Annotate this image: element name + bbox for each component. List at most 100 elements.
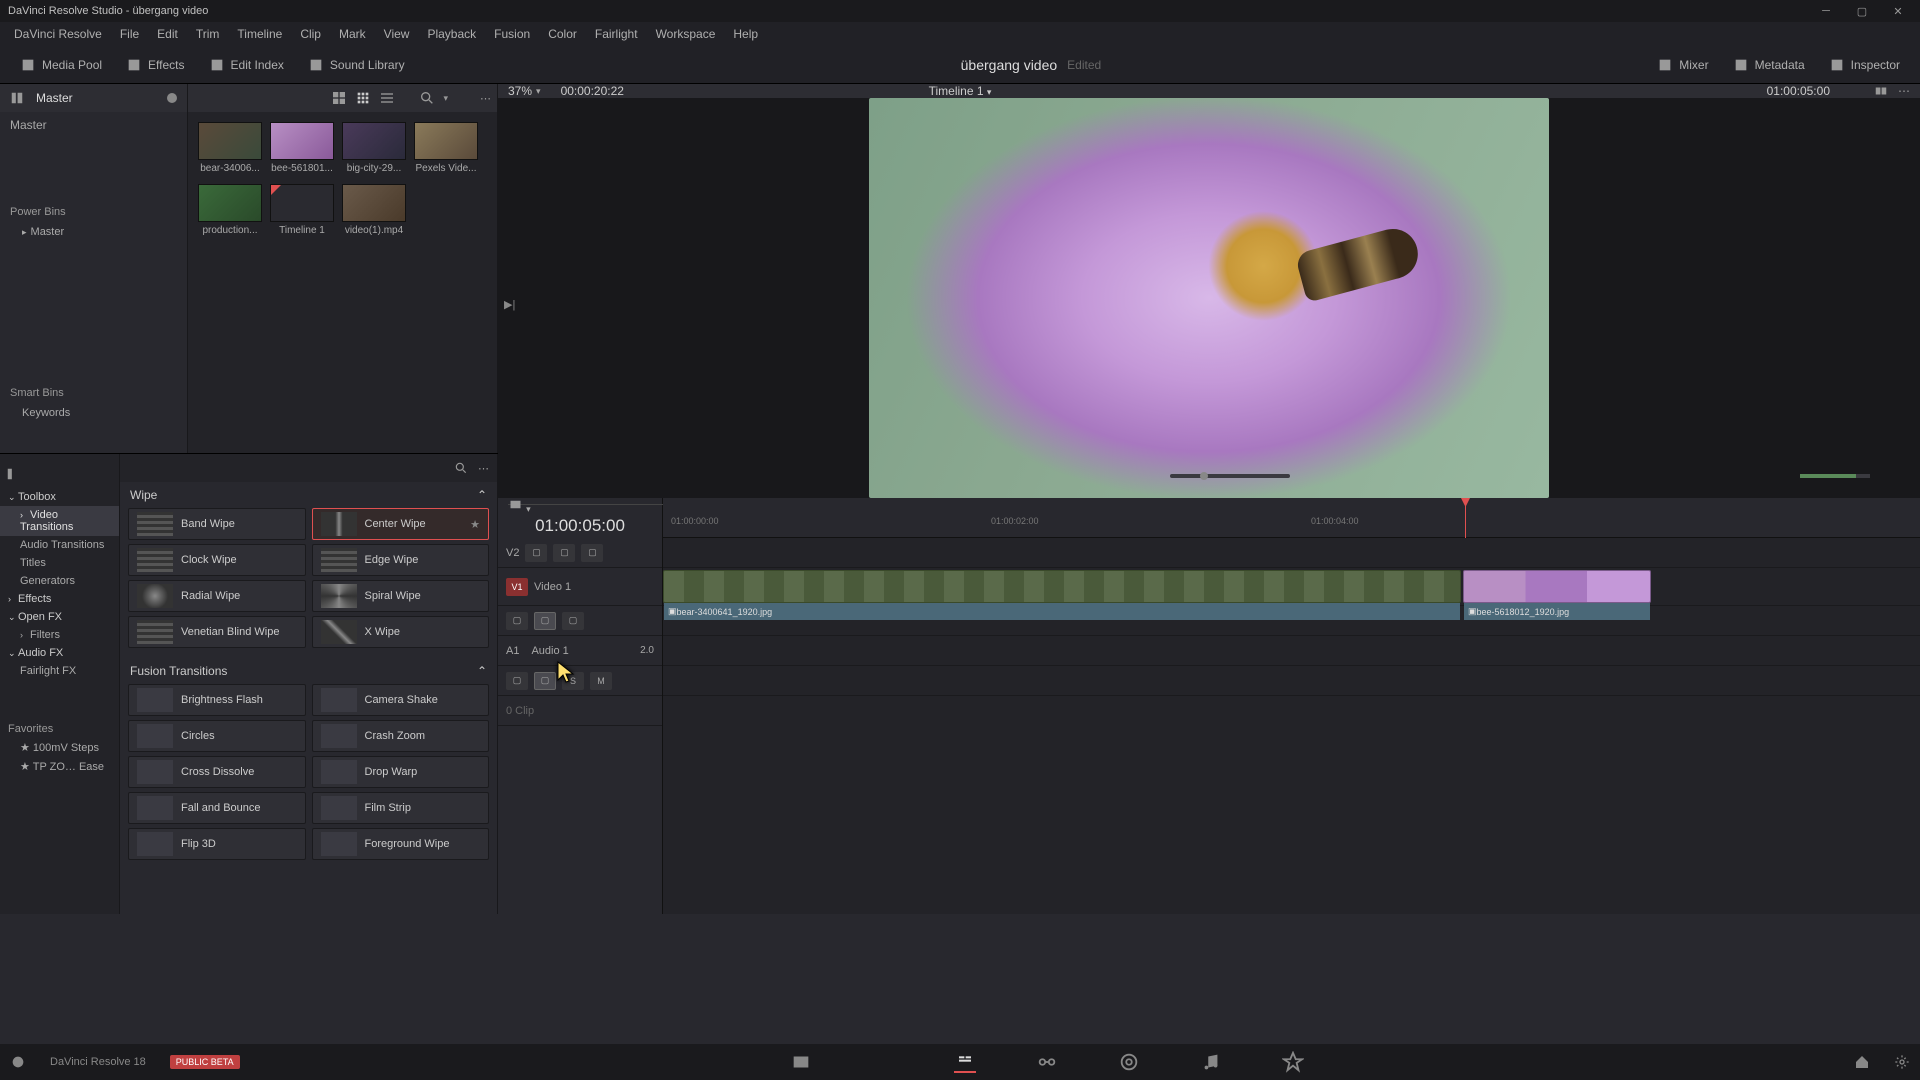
clip-prod[interactable]: production... [198, 184, 262, 236]
favorites-header[interactable]: Favorites [0, 720, 119, 738]
fusion-crash-zoom[interactable]: Crash Zoom [312, 720, 490, 752]
track-a1-header[interactable]: A1 Audio 1 2.0 [498, 636, 662, 666]
menu-timeline[interactable]: Timeline [229, 25, 290, 43]
clip-city[interactable]: big-city-29... [342, 122, 406, 174]
ws-mixer[interactable]: Mixer [1645, 53, 1720, 77]
dual-viewer-icon[interactable] [1874, 84, 1888, 98]
timeline-name[interactable]: Timeline 1 ▾ [929, 84, 992, 98]
menu-color[interactable]: Color [540, 25, 585, 43]
wipe-category[interactable]: Wipe⌃ [120, 482, 497, 508]
bins-header[interactable]: Master [0, 84, 187, 112]
fx-more-icon[interactable]: ⋯ [478, 462, 489, 475]
menu-davinci-resolve[interactable]: DaVinci Resolve [6, 25, 110, 43]
viewer-mode-icon[interactable] [508, 497, 523, 512]
auto-select-icon[interactable]: ▢ [525, 544, 547, 562]
home-icon[interactable] [1854, 1054, 1870, 1070]
track-v1-controls[interactable]: ▢ ▢ ▢ [498, 606, 662, 636]
fusion-category[interactable]: Fusion Transitions⌃ [120, 658, 497, 684]
lock-track-icon[interactable]: ▢ [534, 672, 556, 690]
chevron-down-icon[interactable]: ▾ [536, 86, 541, 97]
auto-select-icon[interactable]: ▢ [506, 672, 528, 690]
minimize-button[interactable]: ─ [1812, 2, 1840, 20]
wipe-radial-wipe[interactable]: Radial Wipe [128, 580, 306, 612]
edit-page-icon[interactable] [954, 1051, 976, 1073]
fav-tpzo[interactable]: ★ TP ZO… Ease [0, 757, 119, 776]
fusion-fall-and-bounce[interactable]: Fall and Bounce [128, 792, 306, 824]
track-a1-controls[interactable]: ▢ ▢ S M [498, 666, 662, 696]
lane-v2[interactable] [663, 538, 1920, 568]
menu-clip[interactable]: Clip [292, 25, 329, 43]
smart-bins-header[interactable]: Smart Bins [0, 379, 187, 403]
fairlight-page-icon[interactable] [1200, 1051, 1222, 1073]
menu-mark[interactable]: Mark [331, 25, 374, 43]
fusion-cross-dissolve[interactable]: Cross Dissolve [128, 756, 306, 788]
media-page-icon[interactable] [790, 1051, 812, 1073]
clip-bee[interactable]: bee-561801... [270, 122, 334, 174]
audio-transitions-node[interactable]: Audio Transitions [0, 536, 119, 554]
smart-bin-keywords[interactable]: Keywords [0, 403, 187, 423]
home-small-icon[interactable] [10, 1054, 26, 1070]
ws-edit-index[interactable]: Edit Index [197, 53, 296, 77]
maximize-button[interactable]: ▢ [1848, 2, 1876, 20]
auto-select-icon[interactable]: ▢ [506, 612, 528, 630]
menu-playback[interactable]: Playback [419, 25, 484, 43]
thumb-view-icon[interactable] [355, 90, 371, 106]
zoom-percent[interactable]: 37% [508, 84, 532, 98]
grid-view-icon[interactable] [331, 90, 347, 106]
fusion-brightness-flash[interactable]: Brightness Flash [128, 684, 306, 716]
fusion-circles[interactable]: Circles [128, 720, 306, 752]
timeline-ruler[interactable]: 01:00:00:00 01:00:02:00 01:00:04:00 [663, 498, 1920, 537]
lane-a1[interactable] [663, 636, 1920, 666]
fusion-foreground-wipe[interactable]: Foreground Wipe [312, 828, 490, 860]
mute-icon[interactable]: M [590, 672, 612, 690]
lock-track-icon[interactable]: ▢ [553, 544, 575, 562]
clip-vid[interactable]: video(1).mp4 [342, 184, 406, 236]
sort-icon[interactable] [456, 90, 472, 106]
clip-bee[interactable]: ▣ bee-5618012_1920.jpg [1463, 570, 1651, 603]
list-view-icon[interactable] [379, 90, 395, 106]
menu-view[interactable]: View [376, 25, 418, 43]
color-page-icon[interactable] [1118, 1051, 1140, 1073]
lane-v1-sub[interactable] [663, 606, 1920, 636]
sync-icon[interactable] [1850, 84, 1864, 98]
menu-fusion[interactable]: Fusion [486, 25, 538, 43]
clip-pexels[interactable]: Pexels Vide... [414, 122, 478, 174]
wipe-band-wipe[interactable]: Band Wipe [128, 508, 306, 540]
power-bins-header[interactable]: Power Bins [0, 198, 187, 222]
wipe-venetian-blind-wipe[interactable]: Venetian Blind Wipe [128, 616, 306, 648]
v1-dest-icon[interactable]: V1 [506, 578, 528, 596]
fusion-film-strip[interactable]: Film Strip [312, 792, 490, 824]
search-icon[interactable] [454, 461, 468, 475]
ws-effects[interactable]: Effects [114, 53, 196, 77]
effects-node[interactable]: ›Effects [0, 590, 119, 608]
video-transitions-node[interactable]: ›Video Transitions [0, 506, 119, 536]
menu-help[interactable]: Help [725, 25, 766, 43]
collapse-icon[interactable]: ⌃ [477, 664, 487, 678]
menu-edit[interactable]: Edit [149, 25, 186, 43]
menu-workspace[interactable]: Workspace [648, 25, 724, 43]
fusion-flip-3d[interactable]: Flip 3D [128, 828, 306, 860]
titles-node[interactable]: Titles [0, 554, 119, 572]
ws-sound[interactable]: Sound Library [296, 53, 417, 77]
lane-v1[interactable]: ▣ bear-3400641_1920.jpg ▣ bee-5618012_19… [663, 568, 1920, 606]
cut-page-icon[interactable] [872, 1051, 894, 1073]
lock-track-icon[interactable]: ▢ [534, 612, 556, 630]
fairlight-fx-node[interactable]: Fairlight FX [0, 662, 119, 680]
toolbox-node[interactable]: ⌄Toolbox [0, 488, 119, 506]
ws-inspector[interactable]: Inspector [1817, 53, 1912, 77]
menu-trim[interactable]: Trim [188, 25, 228, 43]
timeline-lanes[interactable]: ▣ bear-3400641_1920.jpg ▣ bee-5618012_19… [663, 538, 1920, 914]
wipe-x-wipe[interactable]: X Wipe [312, 616, 490, 648]
fav-100mv[interactable]: ★ 100mV Steps [0, 738, 119, 757]
menu-file[interactable]: File [112, 25, 147, 43]
track-v2-header[interactable]: V2 ▢ ▢ ▢ [498, 538, 662, 568]
ws-metadata[interactable]: Metadata [1721, 53, 1817, 77]
solo-icon[interactable]: S [562, 672, 584, 690]
bin-master[interactable]: Master [0, 112, 187, 138]
clip-bear[interactable]: ▣ bear-3400641_1920.jpg [663, 570, 1461, 603]
volume-slider[interactable] [1800, 474, 1870, 478]
fusion-page-icon[interactable] [1036, 1051, 1058, 1073]
track-v1-header[interactable]: V1 Video 1 [498, 568, 662, 606]
generators-node[interactable]: Generators [0, 572, 119, 590]
wipe-clock-wipe[interactable]: Clock Wipe [128, 544, 306, 576]
